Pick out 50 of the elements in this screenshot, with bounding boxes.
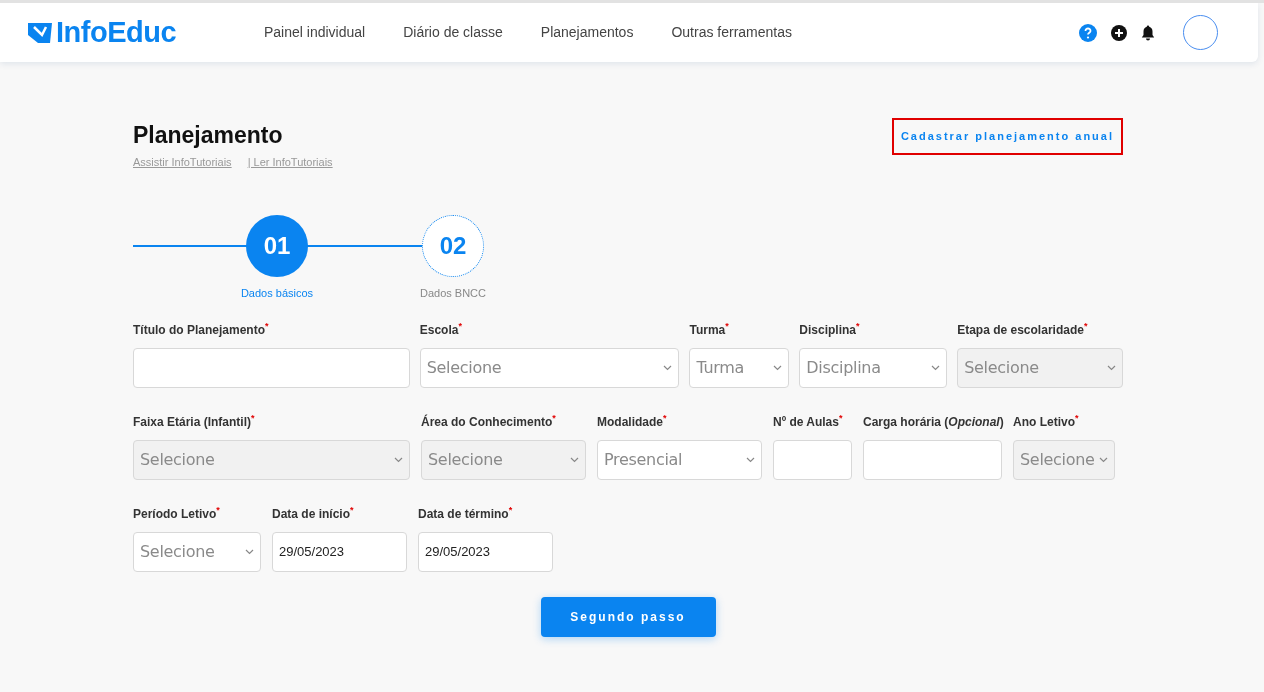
field-label: Título do Planejamento$^{*}$	[133, 320, 270, 339]
chevron-down-icon	[663, 364, 673, 371]
next-step-button[interactable]: Segundo passo	[540, 596, 716, 637]
field-label: Ano Letivo$^{*}$	[1013, 412, 1080, 431]
register-annual-plan-link[interactable]: Cadastrar planejamento anual	[891, 118, 1123, 155]
tutorial-link[interactable]: | Ler InfoTutoriais	[247, 154, 333, 171]
field-label: Data de início$^{*}$	[272, 504, 355, 523]
chevron-down-icon	[570, 456, 579, 463]
step-label: Dados BNCC	[420, 285, 486, 301]
field-label: Escola$^{*}$	[419, 320, 463, 339]
date-field[interactable]: 29/05/2023	[418, 531, 553, 572]
field-label: Turma$^{*}$	[689, 320, 730, 339]
nav-link[interactable]: Planejamentos	[540, 22, 634, 43]
nav-link[interactable]: Painel individual	[264, 22, 366, 43]
chevron-down-icon	[931, 364, 941, 371]
select-field[interactable]: Disciplina	[799, 347, 948, 388]
page-title: Planejamento	[133, 121, 284, 150]
chevron-down-icon	[773, 364, 783, 371]
chevron-down-icon	[245, 548, 254, 555]
field-label: Faixa Etária (Infantil)$^{*}$	[133, 412, 256, 431]
tutorial-link[interactable]: Assistir InfoTutoriais	[133, 154, 232, 171]
chevron-down-icon	[1099, 456, 1108, 463]
input-field[interactable]	[773, 439, 852, 480]
date-field[interactable]: 29/05/2023	[272, 531, 407, 572]
field-label: Etapa de escolaridade$^{*}$	[957, 320, 1089, 339]
nav-link[interactable]: Diário de classe	[403, 22, 503, 43]
logo-icon	[28, 20, 52, 45]
field-label: Nº de Aulas$^{*}$	[773, 412, 844, 431]
avatar[interactable]	[1183, 15, 1218, 50]
field-label: Modalidade$^{*}$	[597, 412, 668, 431]
select-field[interactable]: Presencial	[597, 439, 762, 480]
field-label: Carga horária (Opcional)	[863, 413, 1002, 431]
step-label: Dados básicos	[240, 285, 314, 301]
select-field[interactable]: Turma	[689, 347, 790, 388]
chevron-down-icon	[1107, 364, 1116, 371]
input-field[interactable]	[863, 439, 1002, 480]
field-label: Área do Conhecimento$^{*}$	[421, 412, 557, 431]
nav-link[interactable]: Outras ferramentas	[671, 22, 793, 43]
select-field[interactable]: Selecione	[133, 531, 261, 572]
select-field[interactable]: Selecione	[419, 347, 680, 388]
field-label: Disciplina$^{*}$	[799, 320, 861, 339]
field-label: Período Letivo$^{*}$	[133, 504, 221, 523]
field-label: Data de término$^{*}$	[418, 504, 514, 523]
input-field[interactable]	[133, 347, 410, 388]
logo-text: InfoEduc	[56, 18, 177, 47]
chevron-down-icon	[746, 456, 755, 463]
chevron-down-icon	[394, 456, 403, 463]
add-icon[interactable]	[1111, 24, 1127, 41]
bell-icon[interactable]	[1141, 24, 1155, 41]
help-icon[interactable]	[1079, 23, 1097, 42]
